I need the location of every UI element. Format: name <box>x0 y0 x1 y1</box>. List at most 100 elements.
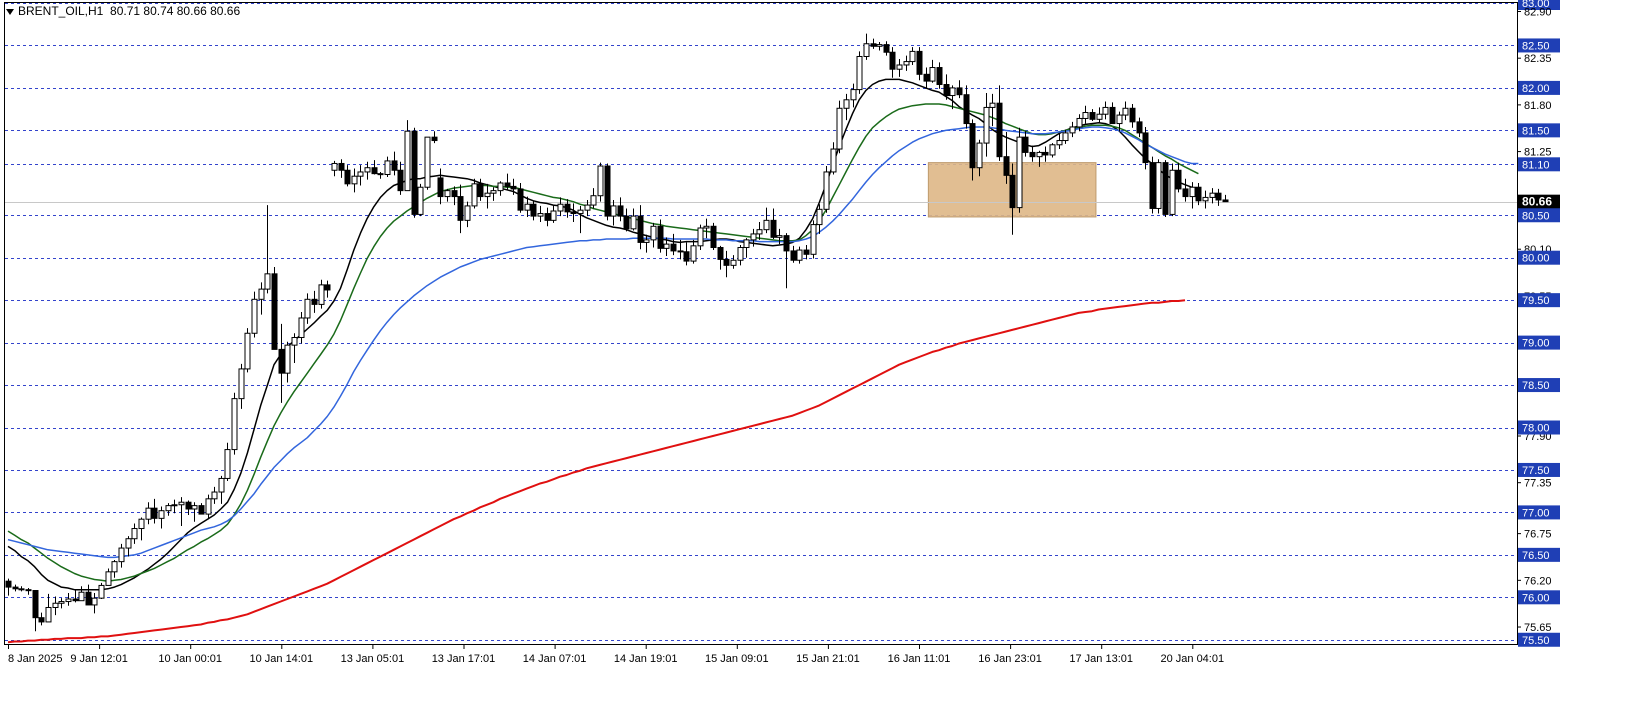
y-tick-label-82.35: 82.35 <box>1524 53 1552 65</box>
candle-111 <box>743 238 750 258</box>
candle-106 <box>710 222 717 251</box>
candle-body <box>344 169 351 185</box>
candle-body <box>830 148 837 173</box>
level-label-81.50: 81.50 <box>1522 125 1550 137</box>
candle-40 <box>271 267 278 350</box>
x-tick-label: 15 Jan 09:01 <box>705 653 769 665</box>
candle-body <box>657 225 664 249</box>
candle-body <box>517 188 524 211</box>
candle-164 <box>1096 107 1103 124</box>
chart-title: BRENT_OIL,H1 80.71 80.74 80.66 80.66 <box>6 4 240 18</box>
candle-130 <box>870 38 877 49</box>
candle-body <box>1076 117 1083 128</box>
candle-115 <box>770 208 777 240</box>
time-axis: 8 Jan 2025 9 Jan 12:01 10 Jan 00:01 10 Jan … <box>8 644 1224 665</box>
candle-body <box>896 64 903 70</box>
candle-2 <box>18 586 25 592</box>
candle-body <box>318 284 325 305</box>
candle-74 <box>497 181 504 196</box>
y-tick-label-81.25: 81.25 <box>1524 147 1552 159</box>
candle-23 <box>158 506 165 529</box>
candle-107 <box>717 245 724 270</box>
candle-body <box>404 130 411 192</box>
candle-body <box>98 584 105 599</box>
candle-173 <box>1155 159 1162 214</box>
candle-body <box>544 213 551 221</box>
candle-body <box>717 247 724 260</box>
candle-8 <box>58 598 65 609</box>
candle-body <box>637 215 644 243</box>
candle-body <box>876 44 883 47</box>
candle-183 <box>1222 194 1229 203</box>
candle-body <box>1209 192 1216 198</box>
candle-104 <box>697 224 704 251</box>
candle-body <box>311 298 318 305</box>
candle-144 <box>963 85 970 129</box>
candle-119 <box>796 246 803 264</box>
candle-68 <box>457 184 464 234</box>
candle-body <box>191 505 198 510</box>
candle-48 <box>324 280 331 298</box>
candle-body <box>1222 199 1229 203</box>
candle-body <box>131 528 138 540</box>
chart-frame <box>4 2 1518 645</box>
candle-body <box>743 239 750 249</box>
candle-body <box>65 598 72 603</box>
candle-body <box>750 233 757 241</box>
candle-11 <box>78 586 85 602</box>
candle-90 <box>604 163 611 221</box>
candle-body <box>683 251 690 262</box>
candle-body <box>304 298 311 319</box>
candle-body <box>770 219 777 238</box>
candle-body <box>550 210 557 221</box>
candle-56 <box>377 171 384 179</box>
candle-body <box>431 136 438 142</box>
candle-body <box>471 183 478 207</box>
candle-44 <box>298 312 305 344</box>
candle-body <box>1036 151 1043 158</box>
candle-body <box>816 208 823 226</box>
candle-18 <box>125 536 132 557</box>
candle-16 <box>111 559 118 578</box>
candle-135 <box>903 55 910 71</box>
x-tick-label: 14 Jan 19:01 <box>614 653 678 665</box>
candle-body <box>411 130 418 215</box>
candle-body <box>125 538 132 549</box>
dropdown-triangle-icon[interactable] <box>6 8 14 15</box>
candle-body <box>1009 174 1016 209</box>
candle-148 <box>989 93 996 127</box>
candle-body <box>158 510 165 519</box>
candle-80 <box>537 205 544 223</box>
candle-77 <box>517 182 524 213</box>
candle-body <box>58 601 65 604</box>
candle-body <box>1129 107 1136 123</box>
x-tick-label: 20 Jan 04:01 <box>1160 653 1224 665</box>
candle-body <box>364 167 371 173</box>
candle-141 <box>943 74 950 100</box>
y-tick-label-76.20: 76.20 <box>1524 575 1552 587</box>
candle-body <box>530 203 537 217</box>
candle-177 <box>1182 178 1189 202</box>
candle-136 <box>909 47 916 65</box>
candle-body <box>1195 186 1202 202</box>
candle-61 <box>411 127 418 218</box>
candle-body <box>883 44 890 53</box>
chart-root: BRENT_OIL,H1 80.71 80.74 80.66 80.66 83.… <box>0 0 1651 704</box>
candle-143 <box>956 80 963 99</box>
candle-body <box>244 332 251 370</box>
price-chart[interactable]: 83.0082.9082.5082.3582.0081.8081.5081.25… <box>0 0 1651 704</box>
candle-38 <box>258 282 265 315</box>
candle-10 <box>72 590 79 603</box>
level-label-75.50: 75.50 <box>1522 635 1550 647</box>
candle-102 <box>683 242 690 266</box>
candle-body <box>903 61 910 66</box>
candle-113 <box>756 222 763 240</box>
candle-body <box>1102 106 1109 115</box>
x-tick-label: 16 Jan 11:01 <box>888 653 951 665</box>
candle-124 <box>830 142 837 175</box>
candle-body <box>949 87 956 97</box>
candle-66 <box>444 188 451 202</box>
level-label-77.50: 77.50 <box>1522 465 1550 477</box>
candle-110 <box>737 244 744 266</box>
candle-139 <box>929 59 936 83</box>
